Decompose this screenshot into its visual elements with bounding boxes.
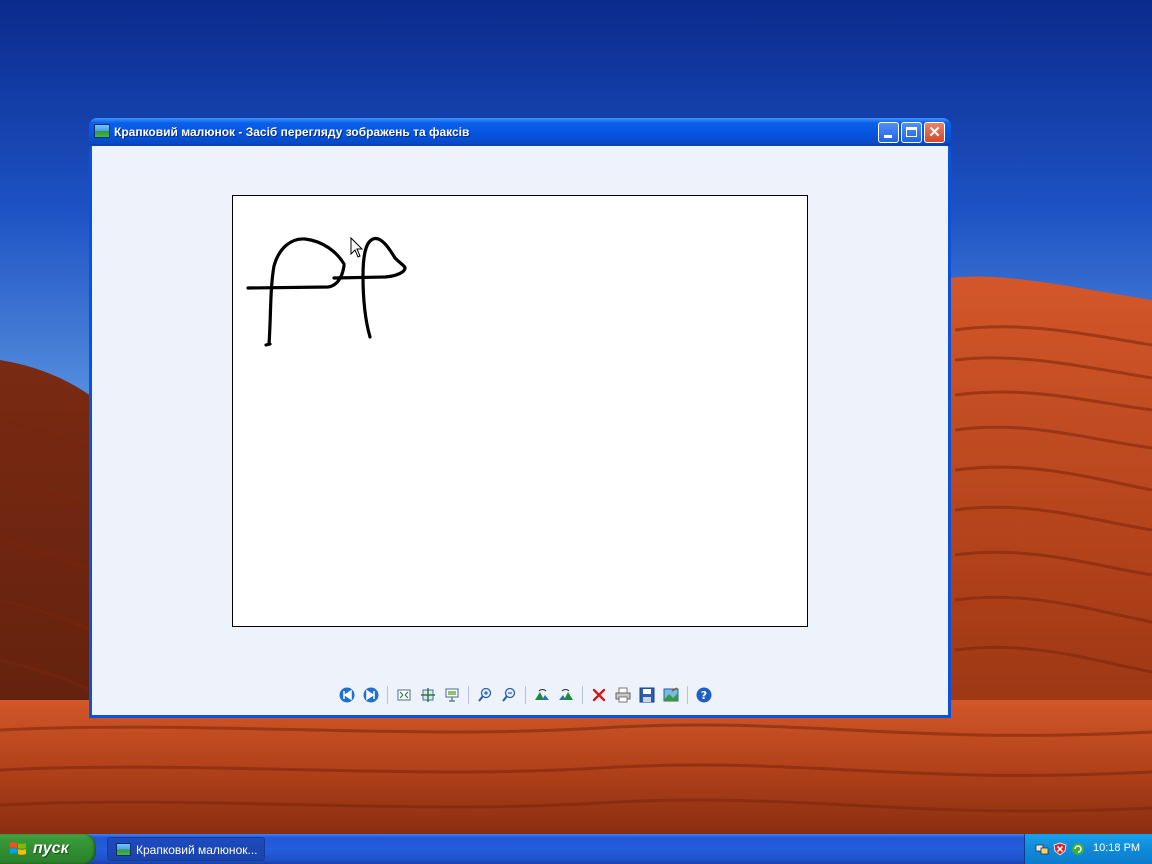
best-fit-icon — [397, 689, 411, 701]
rotate-clockwise-icon — [535, 689, 549, 700]
zoom-out-icon — [502, 687, 516, 702]
window-title: Крапковий малюнок - Засіб перегляду зобр… — [114, 125, 470, 139]
clock: 10:18 PM — [1093, 842, 1141, 854]
toolbar-separator — [582, 686, 583, 704]
minimize-button[interactable] — [878, 122, 899, 143]
actual-size-icon — [421, 688, 435, 702]
viewer-toolbar: ? — [335, 684, 716, 706]
rotate-counterclockwise-button[interactable] — [555, 684, 577, 706]
title-bar[interactable]: Крапковий малюнок - Засіб перегляду зобр… — [89, 118, 951, 146]
update-icon[interactable] — [1071, 842, 1085, 856]
mouse-cursor-icon — [350, 236, 364, 258]
security-alert-icon[interactable] — [1053, 842, 1067, 856]
taskbar-item-image-viewer[interactable]: Крапковий малюнок... — [107, 837, 265, 861]
rotate-clockwise-button[interactable] — [531, 684, 553, 706]
next-image-button[interactable] — [360, 684, 382, 706]
print-icon — [615, 687, 631, 703]
zoom-out-button[interactable] — [498, 684, 520, 706]
close-icon: ✕ — [928, 124, 941, 141]
displayed-drawing — [246, 236, 407, 347]
toolbar-separator — [387, 686, 388, 704]
start-label: пуск — [33, 840, 69, 857]
network-icon[interactable] — [1035, 842, 1049, 856]
delete-button[interactable] — [588, 684, 610, 706]
close-button[interactable]: ✕ — [924, 122, 945, 143]
stroke-left-horizontal — [246, 264, 346, 290]
help-icon: ? — [696, 687, 712, 703]
zoom-in-button[interactable] — [474, 684, 496, 706]
slideshow-button[interactable] — [441, 684, 463, 706]
rotate-counterclockwise-icon — [559, 689, 573, 700]
picture-viewer-icon — [116, 843, 131, 856]
taskbar-item-label: Крапковий малюнок... — [136, 843, 258, 857]
best-fit-button[interactable] — [393, 684, 415, 706]
next-icon — [363, 687, 379, 703]
print-button[interactable] — [612, 684, 634, 706]
start-button[interactable]: пуск — [0, 834, 96, 864]
zoom-in-icon — [478, 687, 492, 702]
stroke-right-loop — [361, 236, 407, 339]
image-viewer-window: Крапковий малюнок - Засіб перегляду зобр… — [89, 118, 951, 718]
stroke-left-stem — [264, 342, 272, 347]
toolbar-separator — [468, 686, 469, 704]
windows-flag-icon — [10, 842, 26, 855]
previous-image-button[interactable] — [336, 684, 358, 706]
desktop: Крапковий малюнок - Засіб перегляду зобр… — [0, 0, 1152, 834]
maximize-button[interactable] — [901, 122, 922, 143]
help-button[interactable]: ? — [693, 684, 715, 706]
previous-icon — [339, 687, 355, 703]
picture-viewer-icon — [94, 124, 110, 138]
actual-size-button[interactable] — [417, 684, 439, 706]
stroke-left-loop — [267, 237, 346, 346]
toolbar-separator — [525, 686, 526, 704]
save-button[interactable] — [636, 684, 658, 706]
slideshow-icon — [445, 688, 459, 702]
edit-button[interactable] — [660, 684, 682, 706]
toolbar-separator — [687, 686, 688, 704]
viewer-client-area: ? — [92, 146, 948, 715]
system-tray: 10:18 PM — [1024, 834, 1152, 864]
taskbar: пуск Крапковий малюнок... 10:18 PM — [0, 834, 1152, 864]
minimize-icon — [884, 135, 892, 138]
svg-text:?: ? — [701, 689, 707, 702]
delete-icon — [592, 688, 606, 702]
save-icon — [639, 687, 655, 703]
maximize-icon — [906, 127, 917, 137]
image-display — [232, 195, 808, 627]
edit-icon — [663, 687, 679, 702]
